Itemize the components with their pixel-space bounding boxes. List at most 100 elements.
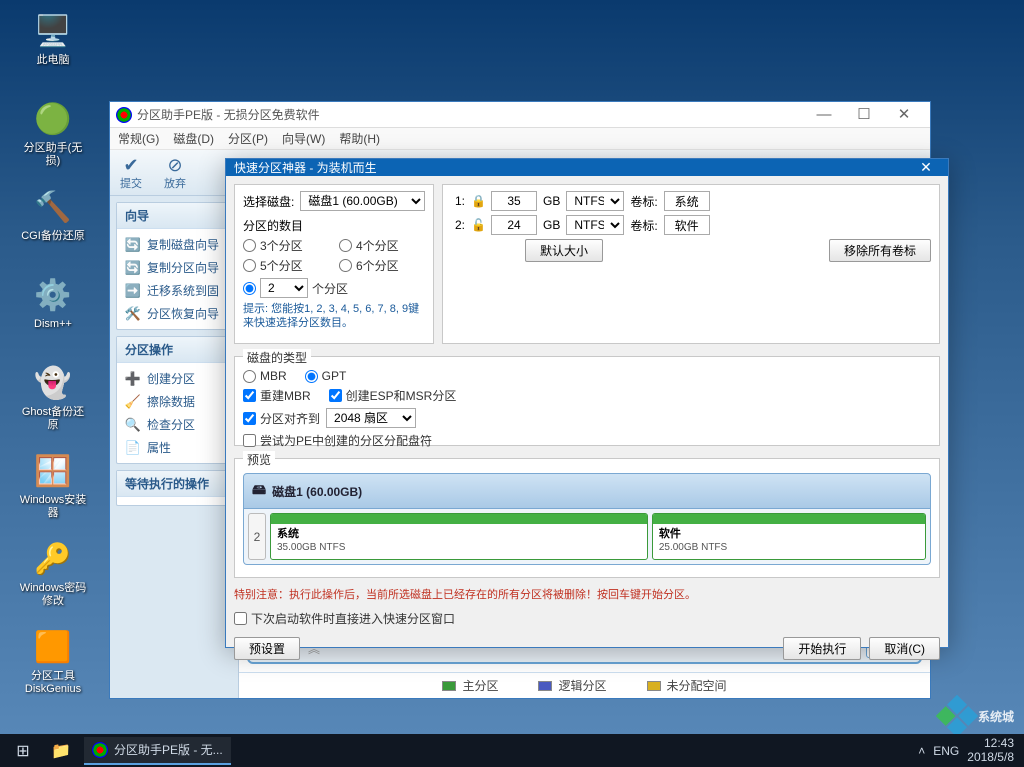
tray-chevron-icon[interactable]: ˄ [918,744,925,758]
size-input[interactable] [491,215,537,235]
watermark: 系统城 [942,701,1014,731]
cancel-button[interactable]: 取消(C) [869,637,940,660]
link-icon: ➕ [125,371,141,387]
watermark-icon [936,695,978,737]
align-value-select[interactable]: 2048 扇区 [326,408,416,428]
menu-item[interactable]: 分区(P) [228,130,268,147]
disk-type-group: 磁盘的类型 MBR GPT 重建MBR 创建ESP和MSR分区 分区对齐到 20… [234,356,940,446]
unlock-icon[interactable]: 🔓 [471,218,485,232]
close-button[interactable]: ✕ [884,105,924,125]
link-icon: ➡️ [125,283,141,299]
create-esp-check[interactable]: 创建ESP和MSR分区 [329,387,457,404]
sidebar: 向导🔄复制磁盘向导🔄复制分区向导➡️迁移系统到固🛠️分区恢复向导分区操作➕创建分… [110,196,238,698]
menu-item[interactable]: 向导(W) [282,130,325,147]
count-radio-6[interactable]: 6个分区 [339,257,425,274]
try-pe-check[interactable]: 尝试为PE中创建的分区分配盘符 [243,432,931,449]
preset-expand-icon[interactable]: ︽ [308,640,320,657]
custom-count-select[interactable]: 2 [260,278,308,298]
window-title: 分区助手PE版 - 无损分区免费软件 [137,106,804,123]
volume-label-input[interactable] [664,191,710,211]
menu-item[interactable]: 常规(G) [118,130,159,147]
desktop-icon-3[interactable]: ⚙️Dism++ [18,274,88,331]
ime-indicator[interactable]: ENG [933,744,959,758]
menu-item[interactable]: 帮助(H) [339,130,380,147]
dialog-titlebar: 快速分区神器 - 为装机而生 ✕ [226,159,948,176]
preview-index: 2 [248,513,266,560]
mbr-radio[interactable]: MBR [243,369,287,383]
desktop-icon-5[interactable]: 🪟Windows安装器 [18,450,88,520]
partition-count-group: 选择磁盘: 磁盘1 (60.00GB) 分区的数目 3个分区 4个分区 5个分区… [234,184,434,344]
dialog-title: 快速分区神器 - 为装机而生 [234,159,912,176]
taskbar: ⊞ 📁 分区助手PE版 - 无... ˄ ENG 12:43 2018/5/8 [0,734,1024,767]
preset-button[interactable]: 预设置 [234,637,300,660]
menu-item[interactable]: 磁盘(D) [173,130,214,147]
partition-details-group: 1: 🔒 GB NTFS 卷标: 2: 🔓 GB NTFS 卷标: 默认大小 移… [442,184,940,344]
desktop-icon-1[interactable]: 🟢分区助手(无损) [18,98,88,168]
sidebar-link[interactable]: 📄属性 [119,436,229,459]
clock[interactable]: 12:43 2018/5/8 [967,737,1014,763]
maximize-button[interactable]: ☐ [844,105,884,125]
desktop-icon-0[interactable]: 🖥️此电脑 [18,10,88,67]
next-launch-check[interactable]: 下次启动软件时直接进入快速分区窗口 [234,610,940,627]
desktop-icon-4[interactable]: 👻Ghost备份还原 [18,362,88,432]
desktop-glyph-icon: 🔨 [32,186,74,228]
file-explorer-button[interactable]: 📁 [42,734,80,767]
desktop-glyph-icon: 👻 [32,362,74,404]
dialog-close-button[interactable]: ✕ [912,159,940,176]
remove-all-labels-button[interactable]: 移除所有卷标 [829,239,931,262]
count-radio-3[interactable]: 3个分区 [243,237,329,254]
desktop-glyph-icon: ⚙️ [32,274,74,316]
link-icon: 🔄 [125,260,141,276]
sidebar-panel: 分区操作➕创建分区🧹擦除数据🔍检查分区📄属性 [116,336,232,464]
link-icon: 🔍 [125,417,141,433]
fs-select[interactable]: NTFS [566,191,624,211]
preview-segment[interactable]: 系统35.00GB NTFS [270,513,648,560]
sidebar-link[interactable]: 🔄复制分区向导 [119,256,229,279]
custom-count-row[interactable]: 2 个分区 [243,278,425,298]
fs-select[interactable]: NTFS [566,215,624,235]
taskbar-app-icon [92,742,108,758]
minimize-button[interactable]: — [804,105,844,125]
panel-header: 等待执行的操作 [117,471,231,497]
select-disk-label: 选择磁盘: [243,193,294,210]
panel-header: 向导 [117,203,231,229]
custom-count-radio[interactable] [243,282,256,295]
select-disk-dropdown[interactable]: 磁盘1 (60.00GB) [300,191,425,211]
sidebar-link[interactable]: 🔄复制磁盘向导 [119,233,229,256]
sidebar-link[interactable]: 🛠️分区恢复向导 [119,302,229,325]
preview-segment[interactable]: 软件25.00GB NTFS [652,513,926,560]
count-radio-5[interactable]: 5个分区 [243,257,329,274]
volume-label-input[interactable] [664,215,710,235]
toolbar-放弃[interactable]: ⊘放弃 [164,155,186,191]
desktop-glyph-icon: 🟢 [32,98,74,140]
sidebar-link[interactable]: 🔍检查分区 [119,413,229,436]
default-size-button[interactable]: 默认大小 [525,239,603,262]
lock-icon[interactable]: 🔒 [471,194,485,208]
desktop-icon-6[interactable]: 🔑Windows密码修改 [18,538,88,608]
preview-partitions: 2系统35.00GB NTFS软件25.00GB NTFS [243,509,931,565]
gpt-radio[interactable]: GPT [305,369,347,383]
sidebar-link[interactable]: ➕创建分区 [119,367,229,390]
desktop-glyph-icon: 🪟 [32,450,74,492]
desktop-icon-2[interactable]: 🔨CGI备份还原 [18,186,88,243]
sidebar-link[interactable]: ➡️迁移系统到固 [119,279,229,302]
desktop-icon-7[interactable]: 🟧分区工具DiskGenius [18,626,88,696]
menu-bar: 常规(G) 磁盘(D) 分区(P) 向导(W) 帮助(H) [110,128,930,150]
system-tray: ˄ ENG 12:43 2018/5/8 [918,737,1020,763]
start-button[interactable]: 开始执行 [783,637,861,660]
link-icon: 🛠️ [125,306,141,322]
taskbar-app-item[interactable]: 分区助手PE版 - 无... [84,737,231,765]
preview-disk-header: 🖴 磁盘1 (60.00GB) [243,473,931,509]
desktop-glyph-icon: 🟧 [32,626,74,668]
window-titlebar: 分区助手PE版 - 无损分区免费软件 — ☐ ✕ [110,102,930,128]
size-input[interactable] [491,191,537,211]
count-radio-4[interactable]: 4个分区 [339,237,425,254]
sidebar-link[interactable]: 🧹擦除数据 [119,390,229,413]
rebuild-mbr-check[interactable]: 重建MBR [243,387,311,404]
desktop-glyph-icon: 🖥️ [32,10,74,52]
link-icon: 🧹 [125,394,141,410]
warning-text: 特别注意：执行此操作后，当前所选磁盘上已经存在的所有分区将被删除！按回车键开始分… [234,586,940,602]
toolbar-提交[interactable]: ✔提交 [120,155,142,191]
start-button[interactable]: ⊞ [4,734,42,767]
align-check[interactable]: 分区对齐到 [243,410,320,427]
